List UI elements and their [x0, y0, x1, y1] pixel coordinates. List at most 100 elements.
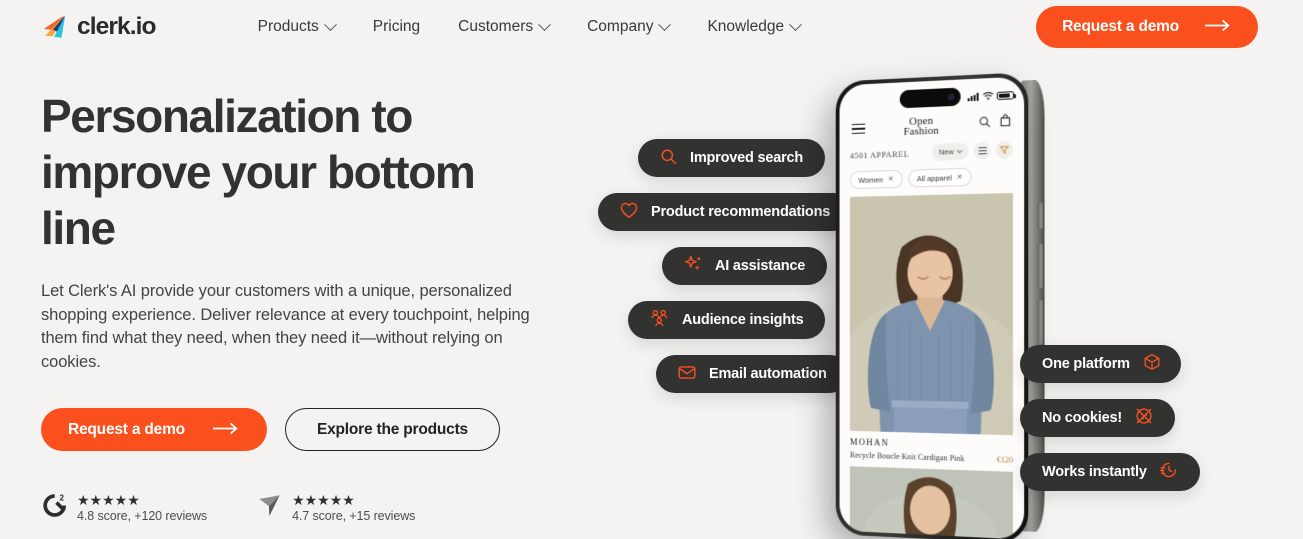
nav-item-company[interactable]: Company	[587, 17, 672, 36]
capterra-plane-icon	[257, 491, 283, 524]
envelope-icon	[678, 365, 696, 384]
audience-people-icon	[650, 309, 669, 331]
header-request-demo-label: Request a demo	[1062, 18, 1179, 35]
ratings-row: 2 ★★★★★ 4.8 score, +120 reviews ★★★★★ 4.…	[41, 491, 601, 524]
store-brand-line2: Fashion	[903, 124, 939, 138]
feature-pill-label: Audience insights	[682, 312, 804, 328]
site-header: clerk.io Products Pricing Customers Comp…	[0, 0, 1303, 54]
arrow-right-icon	[1204, 18, 1232, 36]
next-product-image[interactable]	[849, 466, 1013, 539]
feature-pill-label: Email automation	[709, 366, 827, 382]
store-filter-bar: 4501 APPAREL New	[840, 141, 1025, 164]
shopping-bag-icon[interactable]	[1000, 114, 1011, 133]
rating-capterra-text: 4.7 score, +15 reviews	[292, 508, 416, 523]
hamburger-menu-icon[interactable]	[851, 123, 866, 135]
nav-item-products[interactable]: Products	[257, 17, 337, 36]
store-results-count: 4501 APPAREL	[849, 148, 910, 161]
product-name-price-row: Recycle Boucle Knit Cardigan Pink €120	[850, 450, 1013, 464]
clerk-logo[interactable]: clerk.io	[40, 12, 157, 43]
search-icon	[660, 148, 677, 169]
cube-icon	[1143, 353, 1161, 375]
filter-funnel-icon[interactable]	[995, 141, 1013, 159]
feature-pill-label: Product recommendations	[651, 204, 831, 220]
page-title: Personalization to improve your bottom l…	[41, 90, 476, 254]
svg-text:2: 2	[59, 493, 64, 502]
clock-fast-icon	[1159, 461, 1178, 483]
clerk-logo-text: clerk.io	[77, 13, 157, 40]
feature-pill-one-platform[interactable]: One platform	[1020, 345, 1181, 383]
hero-request-demo-button[interactable]: Request a demo	[41, 408, 267, 451]
nav-label: Company	[587, 18, 654, 35]
sparkle-icon	[684, 255, 702, 277]
close-x-icon[interactable]: ✕	[888, 175, 894, 183]
phone-dynamic-island	[899, 87, 961, 109]
filter-chip-label: Women	[858, 174, 884, 185]
rating-capterra[interactable]: ★★★★★ 4.7 score, +15 reviews	[257, 491, 415, 524]
front-camera-icon	[947, 93, 955, 101]
feature-pill-product-recommendations[interactable]: Product recommendations	[598, 193, 853, 231]
battery-icon	[996, 90, 1014, 101]
product-name: Recycle Boucle Knit Cardigan Pink	[849, 450, 965, 464]
nav-label: Pricing	[372, 18, 421, 35]
store-sort-label: New	[938, 147, 954, 157]
feature-pill-label: No cookies!	[1042, 410, 1122, 426]
nav-item-knowledge[interactable]: Knowledge	[707, 17, 803, 36]
phone-mute-button-icon	[1037, 202, 1043, 230]
phone-frame: Open Fashion 4501 APPAREL New Women ✕ Al…	[835, 72, 1029, 539]
feature-pill-label: AI assistance	[715, 258, 806, 274]
arrow-right-icon	[212, 421, 240, 439]
chevron-down-icon	[538, 17, 551, 31]
phone-mockup: Open Fashion 4501 APPAREL New Women ✕ Al…	[835, 72, 1045, 539]
close-x-icon[interactable]: ✕	[957, 173, 963, 181]
store-top-bar: Open Fashion	[840, 108, 1025, 143]
rating-capterra-stars: ★★★★★	[292, 491, 355, 508]
feature-pill-label: Improved search	[690, 150, 804, 166]
hero-visual: Improved search Product recommendations …	[592, 54, 1303, 539]
g2-logo-icon: 2	[41, 492, 68, 524]
phone-volume-down-button-icon	[1037, 299, 1043, 345]
feature-pill-works-instantly[interactable]: Works instantly	[1020, 453, 1200, 491]
clerk-paper-plane-logo-icon	[40, 12, 71, 43]
list-view-icon[interactable]	[973, 141, 991, 160]
feature-pill-improved-search[interactable]: Improved search	[638, 139, 826, 177]
nav-item-customers[interactable]: Customers	[458, 17, 551, 36]
phone-volume-up-button-icon	[1037, 243, 1043, 289]
wifi-icon	[982, 87, 993, 106]
rating-capterra-body: ★★★★★ 4.7 score, +15 reviews	[292, 493, 415, 523]
nav-label: Knowledge	[707, 18, 785, 35]
nav-label: Customers	[458, 18, 534, 35]
filter-chip-all-apparel[interactable]: All apparel ✕	[908, 167, 972, 188]
chevron-down-icon	[323, 17, 337, 31]
product-image[interactable]	[849, 192, 1013, 436]
chevron-down-icon	[658, 17, 672, 31]
nav-item-pricing[interactable]: Pricing	[373, 18, 420, 36]
heart-icon	[620, 202, 638, 223]
hero-content: Personalization to improve your bottom l…	[41, 88, 601, 524]
search-icon[interactable]	[979, 114, 991, 133]
feature-pill-no-cookies[interactable]: No cookies!	[1020, 399, 1175, 437]
header-request-demo-button[interactable]: Request a demo	[1036, 6, 1258, 48]
feature-pill-email-automation[interactable]: Email automation	[656, 355, 849, 393]
filter-chip-label: All apparel	[916, 172, 952, 183]
chevron-down-icon	[956, 147, 963, 153]
feature-pill-label: Works instantly	[1042, 464, 1147, 480]
store-filter-tools: New	[931, 141, 1013, 161]
feature-pill-ai-assistance[interactable]: AI assistance	[662, 247, 828, 285]
primary-navigation: Products Pricing Customers Company Knowl…	[257, 17, 803, 36]
store-top-icons	[979, 114, 1011, 134]
nav-label: Products	[257, 18, 319, 35]
phone-screen: Open Fashion 4501 APPAREL New Women ✕ Al…	[839, 76, 1025, 539]
rating-g2-stars: ★★★★★	[77, 491, 140, 508]
hero-request-demo-label: Request a demo	[68, 420, 185, 438]
store-brand-logo: Open Fashion	[903, 115, 939, 138]
cookie-crossed-icon	[1135, 407, 1153, 429]
feature-pill-audience-insights[interactable]: Audience insights	[628, 301, 826, 339]
product-info: MOHAN Recycle Boucle Knit Cardigan Pink …	[850, 437, 1013, 465]
rating-g2[interactable]: 2 ★★★★★ 4.8 score, +120 reviews	[41, 492, 207, 524]
store-sort-dropdown[interactable]: New	[931, 142, 969, 161]
explore-products-button[interactable]: Explore the products	[284, 408, 500, 451]
feature-pill-label: One platform	[1042, 356, 1130, 372]
phone-status-bar	[967, 86, 1014, 106]
filter-chip-women[interactable]: Women ✕	[849, 169, 903, 190]
header-cta-wrapper: Request a demo	[1036, 6, 1258, 48]
